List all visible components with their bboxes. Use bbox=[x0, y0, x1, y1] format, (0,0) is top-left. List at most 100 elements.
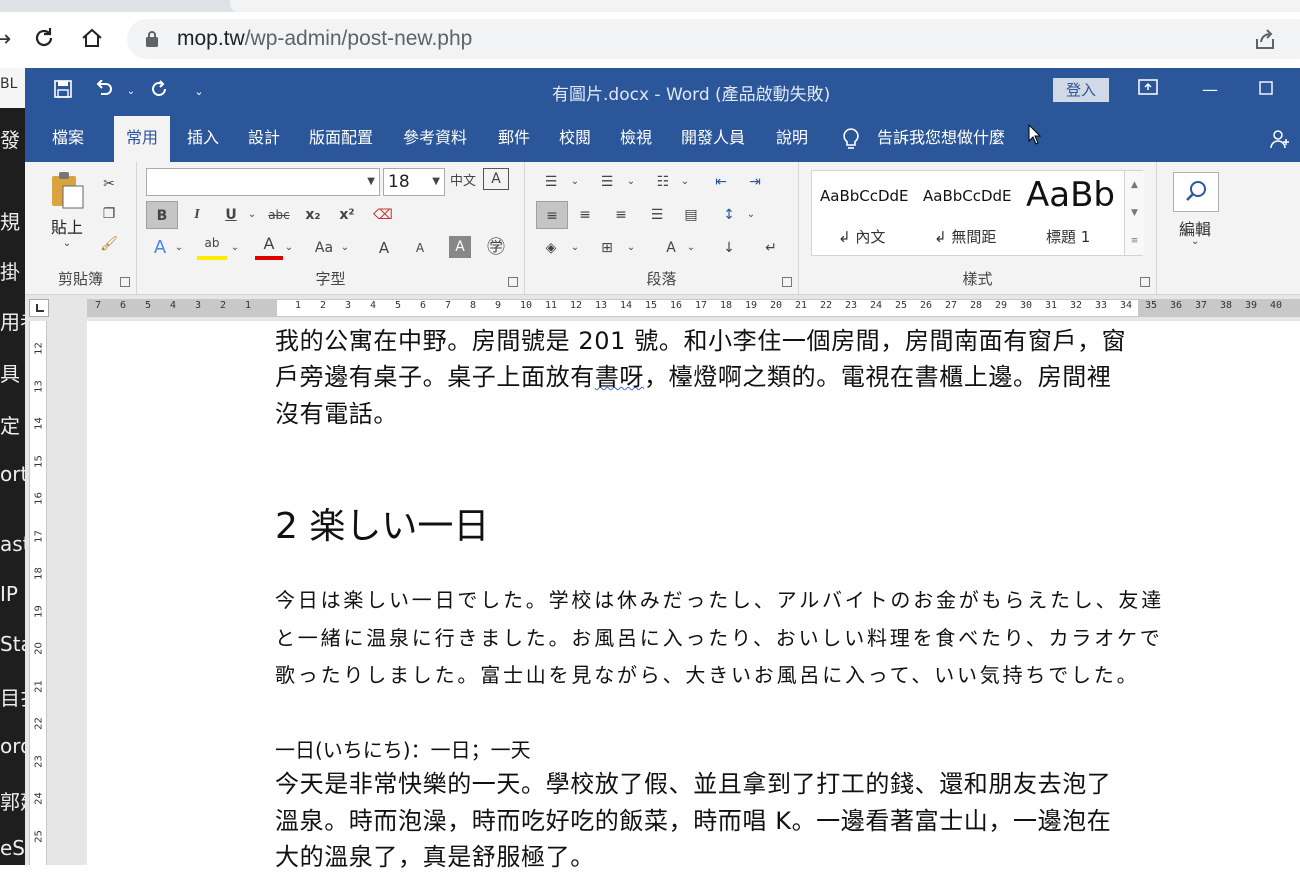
tell-me-search[interactable]: 告訴我您想做什麼 bbox=[877, 116, 1005, 162]
share-icon[interactable] bbox=[1252, 27, 1278, 53]
highlight-dropdown-icon[interactable]: ⌄ bbox=[229, 234, 241, 262]
styles-up-icon[interactable]: ▲ bbox=[1125, 171, 1144, 199]
show-marks-icon[interactable]: ↵ bbox=[757, 234, 785, 262]
undo-dropdown-icon[interactable]: ⌄ bbox=[119, 80, 143, 104]
ribbon-display-icon[interactable] bbox=[1133, 78, 1163, 102]
borders-icon[interactable]: ⊞ bbox=[593, 234, 621, 262]
paragraph-launcher[interactable] bbox=[782, 277, 792, 287]
decrease-indent-icon[interactable]: ⇤ bbox=[707, 168, 735, 196]
vertical-ruler[interactable]: 12 13 14 15 16 17 18 19 20 21 22 23 24 25 bbox=[25, 321, 51, 865]
align-left-button[interactable]: ≡ bbox=[536, 201, 568, 229]
sign-in-button[interactable]: 登入 bbox=[1053, 78, 1109, 102]
asian-layout-dropdown-icon[interactable]: ⌄ bbox=[685, 234, 697, 262]
line-spacing-icon[interactable]: ↕ bbox=[715, 201, 743, 229]
style-normal-name[interactable]: ↲ 內文 bbox=[838, 226, 885, 247]
clear-formatting-icon[interactable]: ⌫ bbox=[369, 201, 397, 229]
numbering-icon[interactable]: ☰ bbox=[593, 168, 621, 196]
text-effects-dropdown-icon[interactable]: ⌄ bbox=[173, 234, 185, 262]
bold-button[interactable]: B bbox=[146, 201, 178, 229]
styles-more-icon[interactable]: ≡ bbox=[1125, 227, 1144, 255]
style-no-spacing-sample[interactable]: AaBbCcDdE bbox=[923, 187, 1012, 205]
undo-icon[interactable] bbox=[91, 79, 115, 104]
ruler-number: 4 bbox=[370, 300, 377, 311]
underline-dropdown-icon[interactable]: ⌄ bbox=[245, 201, 259, 229]
tab-review[interactable]: 校閱 bbox=[547, 116, 603, 162]
tab-design[interactable]: 設計 bbox=[236, 116, 292, 162]
tab-layout[interactable]: 版面配置 bbox=[297, 116, 385, 162]
styles-launcher[interactable] bbox=[1140, 277, 1150, 287]
font-color-icon[interactable]: A bbox=[255, 234, 283, 260]
tab-developer[interactable]: 開發人員 bbox=[669, 116, 757, 162]
character-shading-icon[interactable]: A bbox=[449, 236, 471, 258]
home-icon[interactable] bbox=[78, 26, 106, 54]
subscript-button[interactable]: x₂ bbox=[299, 201, 327, 229]
bullets-dropdown-icon[interactable]: ⌄ bbox=[569, 168, 581, 196]
highlight-icon[interactable]: ab bbox=[197, 234, 227, 260]
redo-icon[interactable] bbox=[147, 80, 171, 104]
styles-label: 樣式 bbox=[962, 270, 993, 288]
superscript-button[interactable]: x² bbox=[333, 201, 361, 229]
find-button[interactable] bbox=[1173, 172, 1219, 212]
grow-font-icon[interactable]: A bbox=[371, 234, 397, 262]
italic-button[interactable]: I bbox=[183, 201, 211, 229]
phonetic-guide-icon[interactable]: 中文 bbox=[449, 168, 477, 196]
multilevel-dropdown-icon[interactable]: ⌄ bbox=[679, 168, 691, 196]
customize-qat-icon[interactable]: ⌄ bbox=[187, 80, 211, 104]
style-normal-sample[interactable]: AaBbCcDdE bbox=[820, 187, 909, 205]
asian-layout-icon[interactable]: A bbox=[657, 234, 685, 262]
style-heading1-name[interactable]: 標題 1 bbox=[1046, 226, 1090, 247]
tab-home[interactable]: 常用 bbox=[114, 116, 171, 162]
save-icon[interactable] bbox=[51, 80, 75, 104]
ruler-number: 25 bbox=[895, 300, 908, 311]
font-name-combo[interactable]: ▼ bbox=[146, 168, 380, 196]
tab-view[interactable]: 檢視 bbox=[608, 116, 664, 162]
tab-selector[interactable] bbox=[29, 299, 49, 317]
multilevel-list-icon[interactable]: ☷ bbox=[649, 168, 677, 196]
minimize-icon[interactable]: — bbox=[1195, 78, 1225, 102]
style-heading1-sample[interactable]: AaBb bbox=[1026, 175, 1115, 215]
style-no-spacing-name[interactable]: ↲ 無間距 bbox=[934, 226, 996, 247]
align-right-icon[interactable]: ≡ bbox=[607, 201, 635, 229]
numbering-dropdown-icon[interactable]: ⌄ bbox=[625, 168, 637, 196]
justify-icon[interactable]: ☰ bbox=[643, 201, 671, 229]
sort-icon[interactable]: ↓ bbox=[715, 234, 743, 262]
line-spacing-dropdown-icon[interactable]: ⌄ bbox=[745, 201, 757, 229]
underline-button[interactable]: U bbox=[217, 201, 245, 229]
shading-icon[interactable]: ◈ bbox=[537, 234, 565, 262]
tab-help[interactable]: 說明 bbox=[764, 116, 820, 162]
address-bar[interactable]: mop.tw/wp-admin/post-new.php bbox=[127, 19, 1300, 59]
font-color-dropdown-icon[interactable]: ⌄ bbox=[283, 234, 295, 262]
borders-dropdown-icon[interactable]: ⌄ bbox=[625, 234, 637, 262]
tab-references[interactable]: 參考資料 bbox=[391, 116, 479, 162]
tab-mailings[interactable]: 郵件 bbox=[486, 116, 542, 162]
increase-indent-icon[interactable]: ⇥ bbox=[741, 168, 769, 196]
text-effects-icon[interactable]: A bbox=[146, 234, 174, 262]
document-page[interactable]: 我的公寓在中野。房間號是 201 號。和小李住一個房間，房間南面有窗戶，窗 戶旁… bbox=[87, 321, 1300, 871]
shading-dropdown-icon[interactable]: ⌄ bbox=[569, 234, 581, 262]
shrink-font-icon[interactable]: A bbox=[407, 234, 433, 262]
distributed-icon[interactable]: ▤ bbox=[677, 201, 705, 229]
styles-down-icon[interactable]: ▼ bbox=[1125, 199, 1144, 227]
cut-icon[interactable]: ✂ bbox=[95, 170, 123, 198]
tab-insert[interactable]: 插入 bbox=[175, 116, 231, 162]
share-person-icon[interactable] bbox=[1269, 128, 1291, 150]
clipboard-launcher[interactable] bbox=[120, 277, 130, 287]
editing-dropdown-icon[interactable]: ⌄ bbox=[1191, 236, 1199, 247]
paste-button[interactable]: 貼上 ⌄ bbox=[41, 170, 93, 249]
horizontal-ruler[interactable]: 7 6 5 4 3 2 1 1 2 3 4 5 6 7 8 9 10 11 12 13 14 15 16 17 18 19 20 21… bbox=[25, 295, 1300, 321]
character-border-icon[interactable]: A bbox=[483, 168, 509, 190]
bullets-icon[interactable]: ☰ bbox=[537, 168, 565, 196]
align-center-icon[interactable]: ≡ bbox=[571, 201, 599, 229]
forward-arrow-icon[interactable]: → bbox=[0, 26, 16, 54]
change-case-dropdown-icon[interactable]: ⌄ bbox=[339, 234, 351, 262]
strikethrough-button[interactable]: abc bbox=[263, 201, 295, 229]
maximize-icon[interactable] bbox=[1251, 78, 1281, 102]
format-painter-icon[interactable]: 🖌 bbox=[95, 230, 123, 258]
copy-icon[interactable]: ❐ bbox=[95, 200, 123, 228]
tab-file[interactable]: 檔案 bbox=[40, 116, 96, 162]
reload-icon[interactable] bbox=[30, 26, 58, 54]
enclose-characters-icon[interactable]: ㊫ bbox=[483, 234, 509, 262]
font-size-combo[interactable]: 18 ▼ bbox=[383, 168, 445, 196]
font-launcher[interactable] bbox=[508, 277, 518, 287]
change-case-icon[interactable]: Aa bbox=[309, 234, 339, 262]
